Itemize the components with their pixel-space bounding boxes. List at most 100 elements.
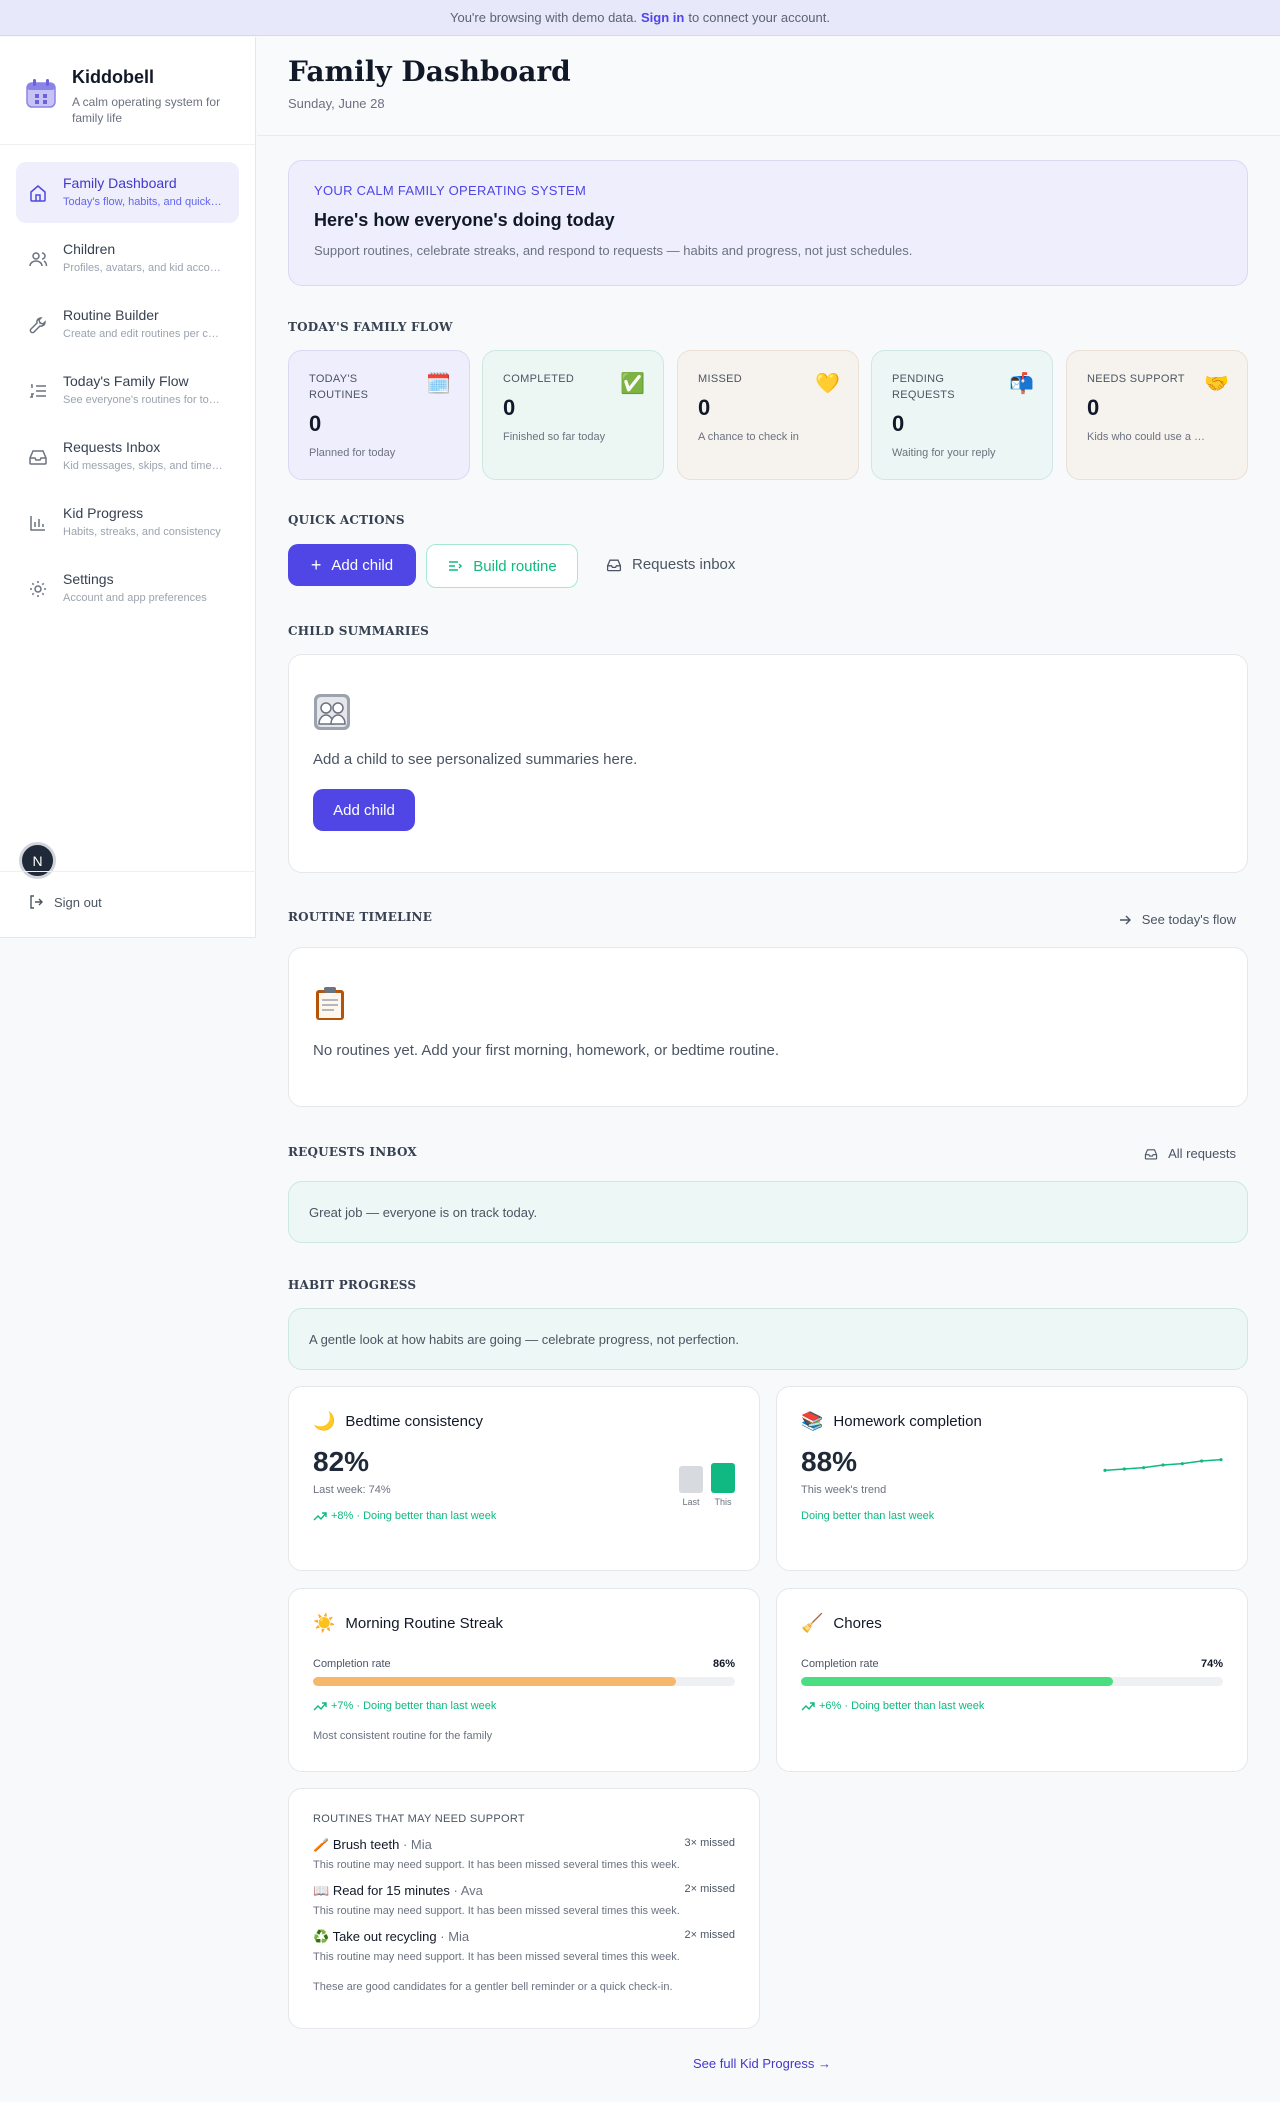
gear-icon — [30, 581, 46, 597]
support-item[interactable]: 🪥 Brush teeth · Mia 3× missed This routin… — [313, 1837, 735, 1871]
bedtime-comparison-chart: Last This — [679, 1447, 735, 1507]
stat-card-missed[interactable]: Missed 💛 0 A chance to check in — [677, 350, 859, 480]
page-header: Family Dashboard Sunday, June 28 — [257, 37, 1280, 136]
child-summaries-empty: Add a child to see personalized summarie… — [313, 751, 638, 768]
habit-card-homework: 📚 Homework completion 88% This week's tre… — [776, 1386, 1248, 1571]
sidebar-nav: Family Dashboard Today's flow, habits, an… — [0, 145, 255, 619]
demo-banner: You're browsing with demo data. Sign in … — [0, 0, 1280, 36]
sidebar-item-todays-flow[interactable]: Today's Family Flow See everyone's routin… — [16, 360, 239, 421]
stat-label: Completed — [503, 373, 575, 385]
habit-title: Morning Routine Streak — [345, 1615, 504, 1632]
brand: Kiddobell A calm operating system for fa… — [0, 37, 255, 145]
sidebar-item-kid-progress[interactable]: Kid Progress Habits, streaks, and consist… — [16, 492, 239, 553]
handshake-icon: 🤝 — [1204, 373, 1229, 395]
section-title-requests: REQUESTS INBOX — [288, 1145, 417, 1159]
habit-card-bedtime: 🌙 Bedtime consistency 82% Last week: 74% … — [288, 1386, 760, 1571]
add-child-card-button[interactable]: Add child — [313, 789, 415, 831]
stat-value: 0 — [892, 411, 905, 436]
stat-card-needs-support[interactable]: Needs support 🤝 0 Kids who could use a h… — [1066, 350, 1248, 480]
support-item[interactable]: 📖 Read for 15 minutes · Ava 2× missed Thi… — [313, 1883, 735, 1917]
moon-icon: 🌙 — [313, 1411, 336, 1431]
sidebar-item-routine-builder[interactable]: Routine Builder Create and edit routines … — [16, 294, 239, 355]
missed-count: 2× missed — [684, 1929, 735, 1941]
stat-card-pending-requests[interactable]: Pending requests 📬 0 Waiting for your re… — [871, 350, 1053, 480]
support-footer: These are good candidates for a gentler … — [313, 1981, 673, 1993]
habit-note: Most consistent routine for the family — [313, 1730, 493, 1742]
missed-count: 2× missed — [684, 1883, 735, 1895]
section-title-timeline: ROUTINE TIMELINE — [288, 910, 433, 924]
habit-trend-text: +8% · Doing better than last week — [331, 1510, 497, 1522]
stat-value: 0 — [309, 411, 322, 436]
requests-inbox-button[interactable]: Requests inbox — [606, 556, 735, 573]
section-title-actions: QUICK ACTIONS — [288, 513, 405, 527]
stat-card-completed[interactable]: Completed ✅ 0 Finished so far today — [482, 350, 664, 480]
habit-sub: This week's trend — [801, 1484, 887, 1496]
page-title: Family Dashboard — [288, 55, 571, 88]
sign-out-button[interactable]: Sign out — [28, 894, 102, 910]
add-child-button[interactable]: + Add child — [288, 544, 416, 586]
mailbox-icon: 📬 — [1009, 373, 1034, 395]
stat-card-todays-routines[interactable]: Today's routines 🗓️ 0 Planned for today — [288, 350, 470, 480]
banner-suffix: to connect your account. — [688, 10, 830, 25]
sidebar-item-children[interactable]: Children Profiles, avatars, and kid accou… — [16, 228, 239, 289]
sidebar-item-sub: Habits, streaks, and consistency — [63, 526, 221, 538]
stat-label: Needs support — [1087, 373, 1185, 385]
sidebar-item-family-dashboard[interactable]: Family Dashboard Today's flow, habits, an… — [16, 162, 239, 223]
habit-title: Chores — [833, 1615, 882, 1632]
sidebar-item-sub: Kid messages, skips, and time requests — [63, 460, 223, 472]
hero-card: YOUR CALM FAMILY OPERATING SYSTEM Here's… — [288, 160, 1248, 286]
sidebar-item-requests-inbox[interactable]: Requests Inbox Kid messages, skips, and t… — [16, 426, 239, 487]
support-item[interactable]: ♻️ Take out recycling · Mia 2× missed Thi… — [313, 1929, 735, 1963]
family-icon — [314, 694, 350, 730]
sign-in-link[interactable]: Sign in — [641, 10, 684, 25]
build-routine-label: Build routine — [473, 557, 557, 575]
sign-out-icon — [30, 895, 43, 909]
hero-subtitle: Support routines, celebrate streaks, and… — [314, 243, 913, 258]
sidebar-item-label: Kid Progress — [63, 505, 144, 521]
habit-trend-text: Doing better than last week — [801, 1510, 935, 1522]
last-week-bar — [679, 1466, 703, 1493]
banner-text: You're browsing with demo data. — [449, 10, 637, 25]
routine-name: Brush teeth — [332, 1837, 400, 1852]
habit-trend-text: +6% · Doing better than last week — [819, 1700, 985, 1712]
sparkline-point — [1142, 1466, 1146, 1470]
rate-value: 86% — [712, 1658, 735, 1670]
home-icon — [30, 185, 46, 202]
stat-sub: Finished so far today — [503, 431, 606, 443]
section-title-children: CHILD SUMMARIES — [288, 624, 429, 638]
full-kid-progress-link[interactable]: See full Kid Progress → — [693, 2056, 831, 2071]
all-requests-link[interactable]: All requests — [1144, 1146, 1236, 1161]
list-ordered-icon — [29, 384, 46, 398]
habit-trend: Doing better than last week — [801, 1510, 1223, 1522]
missed-count: 3× missed — [684, 1837, 735, 1849]
clipboard-icon — [316, 987, 344, 1020]
stat-sub: A chance to check in — [698, 431, 799, 443]
rate-value: 74% — [1200, 1658, 1223, 1670]
habit-trend-text: +7% · Doing better than last week — [331, 1700, 497, 1712]
build-routine-button[interactable]: Build routine — [426, 544, 578, 588]
homework-trend-sparkline — [1103, 1458, 1223, 1472]
requests-notice: Great job — everyone is on track today. — [288, 1181, 1248, 1243]
sidebar-item-sub: Profiles, avatars, and kid accounts — [63, 262, 223, 274]
inbox-icon — [1144, 1148, 1158, 1159]
sidebar: Kiddobell A calm operating system for fa… — [0, 37, 256, 938]
stat-sub: Kids who could use a hand — [1087, 431, 1207, 443]
book-icon: 📖 — [313, 1883, 330, 1898]
support-title: ROUTINES THAT MAY NEED SUPPORT — [313, 1813, 525, 1825]
progress-track — [313, 1677, 735, 1686]
sidebar-item-sub: Today's flow, habits, and quick actions — [63, 196, 223, 208]
section-title-habits: HABIT PROGRESS — [288, 1278, 417, 1292]
habit-trend: +7% · Doing better than last week — [313, 1700, 735, 1712]
trending-up-icon — [801, 1702, 815, 1711]
sparkline-point — [1103, 1468, 1107, 1472]
trending-up-icon — [313, 1512, 327, 1521]
user-avatar[interactable]: N — [19, 842, 56, 879]
requests-inbox-label: Requests inbox — [632, 556, 736, 573]
sun-icon: ☀️ — [313, 1613, 336, 1633]
routine-timeline-card: No routines yet. Add your first morning,… — [288, 947, 1248, 1107]
sidebar-item-settings[interactable]: Settings Account and app preferences — [16, 558, 239, 619]
stat-label: Missed — [698, 373, 742, 385]
sidebar-item-label: Family Dashboard — [63, 175, 177, 191]
wrench-icon — [29, 317, 46, 334]
see-todays-flow-link[interactable]: See today's flow — [1118, 912, 1236, 927]
